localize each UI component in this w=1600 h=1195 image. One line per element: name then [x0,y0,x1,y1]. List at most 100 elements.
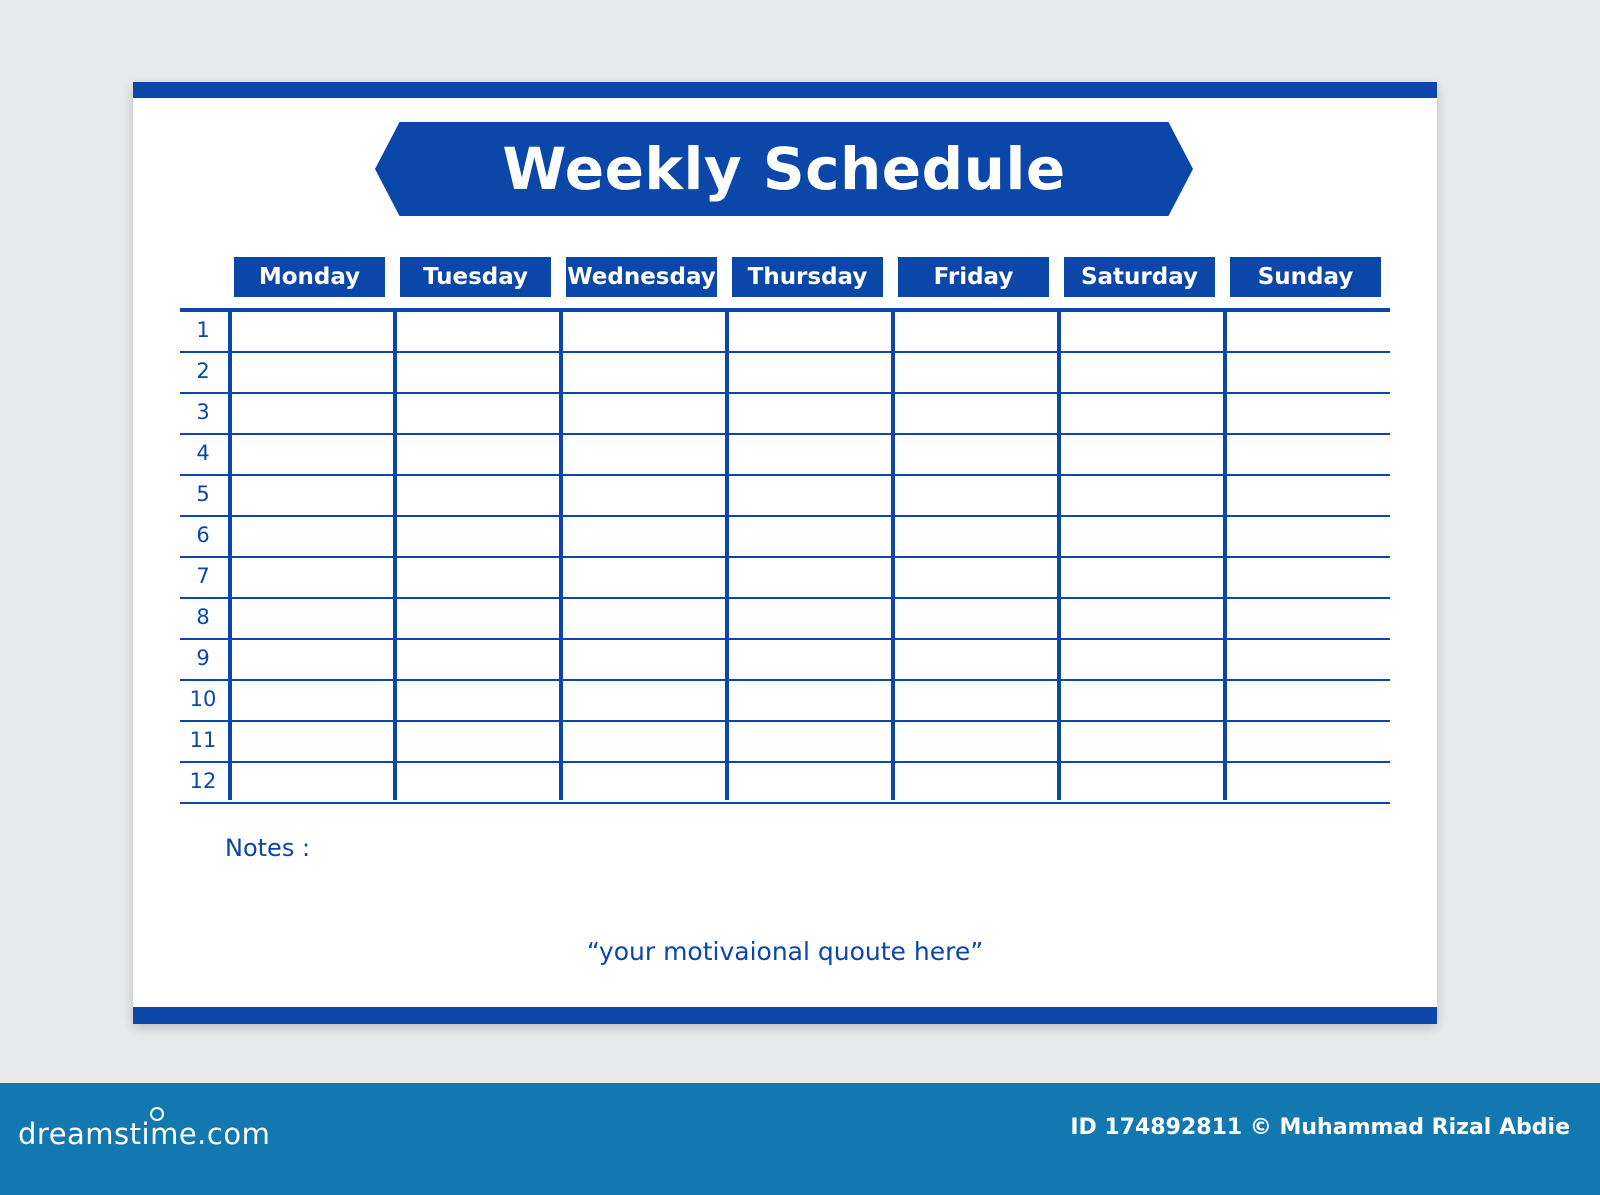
schedule-cell-thursday-8[interactable] [729,599,891,638]
schedule-cell-wednesday-10[interactable] [563,681,725,720]
schedule-cell-monday-11[interactable] [232,722,393,761]
schedule-cell-saturday-8[interactable] [1061,599,1223,638]
column-divider [891,308,895,800]
schedule-cell-sunday-5[interactable] [1227,476,1390,515]
schedule-cell-saturday-5[interactable] [1061,476,1223,515]
page-title: Weekly Schedule [502,135,1066,203]
schedule-cell-friday-10[interactable] [895,681,1057,720]
schedule-cell-sunday-7[interactable] [1227,558,1390,597]
schedule-cell-thursday-10[interactable] [729,681,891,720]
schedule-cell-saturday-9[interactable] [1061,640,1223,679]
schedule-cell-friday-2[interactable] [895,353,1057,392]
schedule-cell-thursday-11[interactable] [729,722,891,761]
schedule-cell-monday-2[interactable] [232,353,393,392]
schedule-cell-sunday-10[interactable] [1227,681,1390,720]
row-number: 6 [196,523,210,547]
schedule-cell-sunday-4[interactable] [1227,435,1390,474]
schedule-cell-thursday-2[interactable] [729,353,891,392]
schedule-cell-saturday-4[interactable] [1061,435,1223,474]
schedule-cell-wednesday-3[interactable] [563,394,725,433]
schedule-cell-thursday-1[interactable] [729,312,891,351]
schedule-cell-friday-6[interactable] [895,517,1057,556]
schedule-cell-saturday-2[interactable] [1061,353,1223,392]
schedule-cell-tuesday-7[interactable] [397,558,559,597]
schedule-cell-friday-4[interactable] [895,435,1057,474]
top-border-bar [133,82,1437,98]
schedule-cell-saturday-10[interactable] [1061,681,1223,720]
day-header-monday: Monday [234,257,385,297]
schedule-cell-monday-6[interactable] [232,517,393,556]
schedule-cell-tuesday-4[interactable] [397,435,559,474]
row-number: 2 [196,359,210,383]
schedule-cell-monday-10[interactable] [232,681,393,720]
schedule-cell-wednesday-8[interactable] [563,599,725,638]
row-number: 8 [196,605,210,629]
schedule-cell-tuesday-6[interactable] [397,517,559,556]
schedule-cell-friday-3[interactable] [895,394,1057,433]
schedule-cell-friday-8[interactable] [895,599,1057,638]
schedule-cell-wednesday-7[interactable] [563,558,725,597]
schedule-cell-monday-12[interactable] [232,763,393,802]
schedule-cell-wednesday-9[interactable] [563,640,725,679]
schedule-cell-thursday-5[interactable] [729,476,891,515]
schedule-cell-tuesday-10[interactable] [397,681,559,720]
schedule-cell-monday-8[interactable] [232,599,393,638]
column-divider [559,308,563,800]
schedule-cell-sunday-8[interactable] [1227,599,1390,638]
schedule-cell-wednesday-11[interactable] [563,722,725,761]
schedule-cell-wednesday-6[interactable] [563,517,725,556]
schedule-cell-thursday-3[interactable] [729,394,891,433]
row-number: 10 [189,687,217,711]
schedule-cell-sunday-3[interactable] [1227,394,1390,433]
footer-logo[interactable]: dreamstime.com [18,1117,270,1151]
schedule-cell-sunday-12[interactable] [1227,763,1390,802]
schedule-cell-saturday-3[interactable] [1061,394,1223,433]
schedule-cell-sunday-2[interactable] [1227,353,1390,392]
schedule-cell-thursday-4[interactable] [729,435,891,474]
schedule-cell-friday-9[interactable] [895,640,1057,679]
schedule-cell-saturday-1[interactable] [1061,312,1223,351]
schedule-cell-saturday-6[interactable] [1061,517,1223,556]
row-number: 1 [196,318,210,342]
schedule-cell-sunday-9[interactable] [1227,640,1390,679]
schedule-cell-saturday-12[interactable] [1061,763,1223,802]
schedule-cell-wednesday-4[interactable] [563,435,725,474]
schedule-cell-monday-1[interactable] [232,312,393,351]
schedule-cell-friday-1[interactable] [895,312,1057,351]
schedule-cell-wednesday-2[interactable] [563,353,725,392]
schedule-cell-wednesday-1[interactable] [563,312,725,351]
day-header-wednesday: Wednesday [566,257,717,297]
schedule-cell-friday-7[interactable] [895,558,1057,597]
schedule-cell-sunday-11[interactable] [1227,722,1390,761]
swirl-icon [150,1107,164,1121]
row-number: 9 [196,646,210,670]
schedule-cell-tuesday-9[interactable] [397,640,559,679]
schedule-cell-tuesday-8[interactable] [397,599,559,638]
schedule-cell-friday-5[interactable] [895,476,1057,515]
schedule-cell-saturday-11[interactable] [1061,722,1223,761]
schedule-cell-friday-11[interactable] [895,722,1057,761]
schedule-cell-tuesday-2[interactable] [397,353,559,392]
schedule-cell-tuesday-1[interactable] [397,312,559,351]
schedule-cell-monday-3[interactable] [232,394,393,433]
schedule-cell-tuesday-5[interactable] [397,476,559,515]
schedule-cell-tuesday-12[interactable] [397,763,559,802]
schedule-cell-tuesday-3[interactable] [397,394,559,433]
schedule-cell-monday-4[interactable] [232,435,393,474]
schedule-cell-thursday-6[interactable] [729,517,891,556]
schedule-cell-thursday-7[interactable] [729,558,891,597]
schedule-cell-sunday-6[interactable] [1227,517,1390,556]
schedule-cell-wednesday-12[interactable] [563,763,725,802]
schedule-cell-sunday-1[interactable] [1227,312,1390,351]
schedule-cell-thursday-9[interactable] [729,640,891,679]
watermark-footer: dreamstime.com ID 174892811 © Muhammad R… [0,1083,1600,1195]
schedule-cell-monday-5[interactable] [232,476,393,515]
schedule-cell-monday-7[interactable] [232,558,393,597]
schedule-cell-tuesday-11[interactable] [397,722,559,761]
row-number: 5 [196,482,210,506]
schedule-cell-thursday-12[interactable] [729,763,891,802]
schedule-cell-saturday-7[interactable] [1061,558,1223,597]
schedule-cell-wednesday-5[interactable] [563,476,725,515]
schedule-cell-friday-12[interactable] [895,763,1057,802]
schedule-cell-monday-9[interactable] [232,640,393,679]
